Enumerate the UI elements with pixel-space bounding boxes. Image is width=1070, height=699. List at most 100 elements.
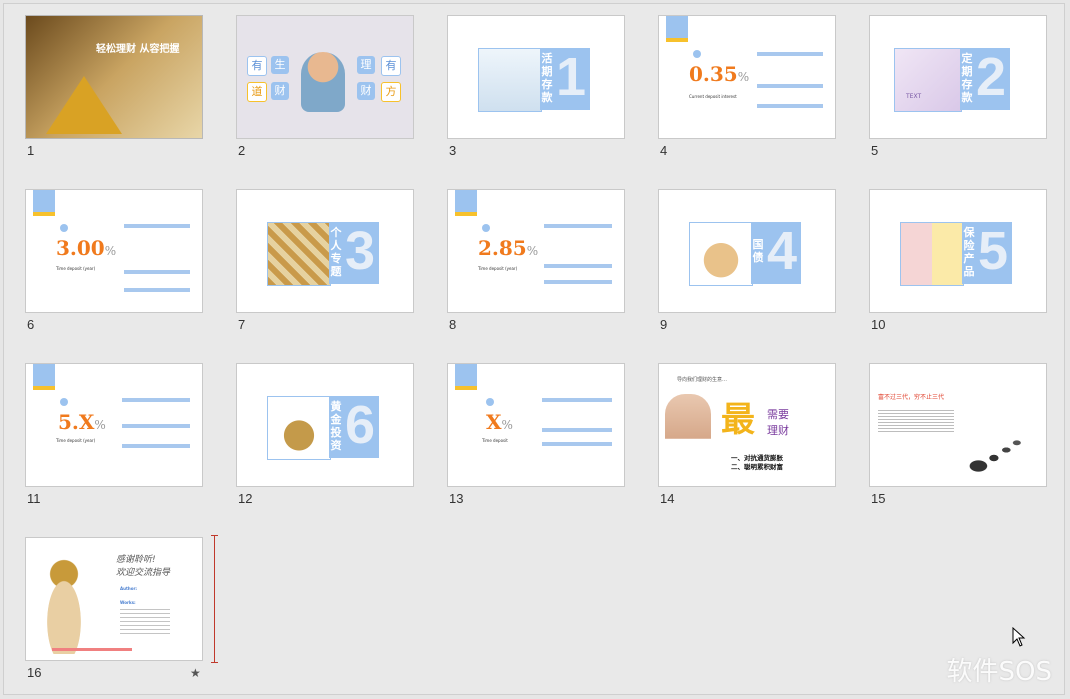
section-digit: 6 <box>345 395 376 455</box>
stones-image <box>966 434 1028 474</box>
slide-thumb-4[interactable]: 0.35% Current deposit interest <box>658 15 836 139</box>
mouse-pointer-icon <box>1012 627 1026 647</box>
info-bar <box>542 398 612 402</box>
corner-tag <box>455 190 477 216</box>
char-pill: 生 <box>271 56 289 74</box>
info-bar <box>122 398 190 402</box>
slide-number-9: 9 <box>660 317 668 332</box>
slide-15-heading: 富不过三代，穷不止三代 <box>878 394 945 401</box>
corner-tag <box>33 190 55 216</box>
slide-thumb-10[interactable]: 保险产品 5 <box>869 189 1047 313</box>
slide-sorter-panel: 轻松理财 从容把握 1 有 生 道 财 理 有 财 方 2 活期存款 1 3 0… <box>3 3 1065 695</box>
footer-red-line <box>52 648 132 651</box>
rate-subtitle: Time deposit <box>482 438 508 443</box>
char-pill: 财 <box>271 82 289 100</box>
slide-thumb-15[interactable]: 富不过三代，穷不止三代 <box>869 363 1047 487</box>
insertion-cursor <box>214 535 215 663</box>
rate-subtitle: Time deposit (year) <box>56 438 96 443</box>
slide-thumb-14[interactable]: 导向我们理财的生意… 最 需要 理财 一、对抗通货膨胀 二、聪明累积财富 <box>658 363 836 487</box>
works-label: Works: <box>120 600 136 605</box>
rate-icon <box>60 398 68 406</box>
slide-number-3: 3 <box>449 143 457 158</box>
slide-number-4: 4 <box>660 143 668 158</box>
corner-tag <box>33 364 55 390</box>
slide-thumb-16[interactable]: 感谢聆听! 欢迎交流指导 Author: Works: <box>25 537 203 661</box>
slide-thumb-1[interactable]: 轻松理财 从容把握 <box>25 15 203 139</box>
text-image <box>894 48 962 112</box>
slide-thumb-9[interactable]: 国债 4 <box>658 189 836 313</box>
big-char: 最 <box>721 400 755 440</box>
section-label: 保险产品 <box>963 226 975 278</box>
insertion-cursor-top <box>211 535 218 536</box>
slide-number-7: 7 <box>238 317 246 332</box>
hand-text-2: 欢迎交流指导 <box>116 568 171 578</box>
char-pill: 理 <box>357 56 375 74</box>
corner-tag <box>666 16 688 42</box>
hand-text-1: 感谢聆听! <box>116 555 156 565</box>
duck-egg-image <box>36 554 92 654</box>
info-bar <box>124 270 190 274</box>
rate-value: 2.85% <box>478 236 539 260</box>
text-image-caption: TEXT <box>906 93 922 100</box>
info-bar <box>124 224 190 228</box>
slide-number-6: 6 <box>27 317 35 332</box>
slide-number-5: 5 <box>871 143 879 158</box>
section-label: 个人专题 <box>330 226 342 278</box>
puzzle-image <box>267 222 331 286</box>
rate-icon <box>693 50 701 58</box>
section-digit: 2 <box>976 47 1007 107</box>
pyramid-image <box>46 76 122 134</box>
need-text: 需要 <box>767 408 789 421</box>
info-bar <box>757 52 823 56</box>
slide-thumb-8[interactable]: 2.85% Time deposit (year) <box>447 189 625 313</box>
rate-icon <box>60 224 68 232</box>
char-pill: 有 <box>381 56 401 76</box>
slide-thumb-2[interactable]: 有 生 道 财 理 有 财 方 <box>236 15 414 139</box>
info-bar <box>544 280 612 284</box>
man-money-image <box>665 394 711 468</box>
rate-subtitle: Time deposit (year) <box>56 266 96 271</box>
slide-thumb-3[interactable]: 活期存款 1 <box>447 15 625 139</box>
point-2: 二、聪明累积财富 <box>731 463 783 471</box>
slide-thumb-12[interactable]: 黄金投资 6 <box>236 363 414 487</box>
section-digit: 3 <box>345 221 376 281</box>
insurance-image <box>900 222 964 286</box>
watermark: 软件SOS <box>946 657 1052 687</box>
slide-thumb-7[interactable]: 个人专题 3 <box>236 189 414 313</box>
rate-value: 3.00% <box>56 236 117 260</box>
info-bar <box>544 224 612 228</box>
slide-number-8: 8 <box>449 317 457 332</box>
slide-1-title: 轻松理财 从容把握 <box>96 44 180 55</box>
section-label: 黄金投资 <box>330 400 342 452</box>
corner-tag <box>455 364 477 390</box>
section-label: 活期存款 <box>541 52 553 104</box>
slide-thumb-13[interactable]: X% Time deposit <box>447 363 625 487</box>
slide-number-12: 12 <box>238 491 253 506</box>
info-bar <box>544 264 612 268</box>
slide-thumb-5[interactable]: TEXT 定期存款 2 <box>869 15 1047 139</box>
info-bar <box>122 424 190 428</box>
section-digit: 4 <box>767 221 798 281</box>
rate-subtitle: Time deposit (year) <box>478 266 518 271</box>
info-bar <box>122 444 190 448</box>
slide-number-11: 11 <box>27 491 41 506</box>
rate-value: X% <box>486 410 513 434</box>
section-digit: 1 <box>556 47 587 107</box>
info-bar <box>757 84 823 88</box>
works-list <box>120 606 170 634</box>
slide-number-15: 15 <box>871 491 886 506</box>
slide-thumb-6[interactable]: 3.00% Time deposit (year) <box>25 189 203 313</box>
slide-thumb-11[interactable]: 5.X% Time deposit (year) <box>25 363 203 487</box>
section-digit: 5 <box>978 221 1009 281</box>
section-label: 国债 <box>752 238 764 264</box>
slide-number-2: 2 <box>238 143 246 158</box>
slide-number-14: 14 <box>660 491 675 506</box>
char-pill: 有 <box>247 56 267 76</box>
char-pill: 道 <box>247 82 267 102</box>
char-pill: 财 <box>357 82 375 100</box>
slide-number-13: 13 <box>449 491 464 506</box>
lc-text: 理财 <box>767 424 789 437</box>
glasses-image <box>478 48 542 112</box>
rate-icon <box>482 224 490 232</box>
transition-star-icon[interactable]: ★ <box>190 666 201 680</box>
